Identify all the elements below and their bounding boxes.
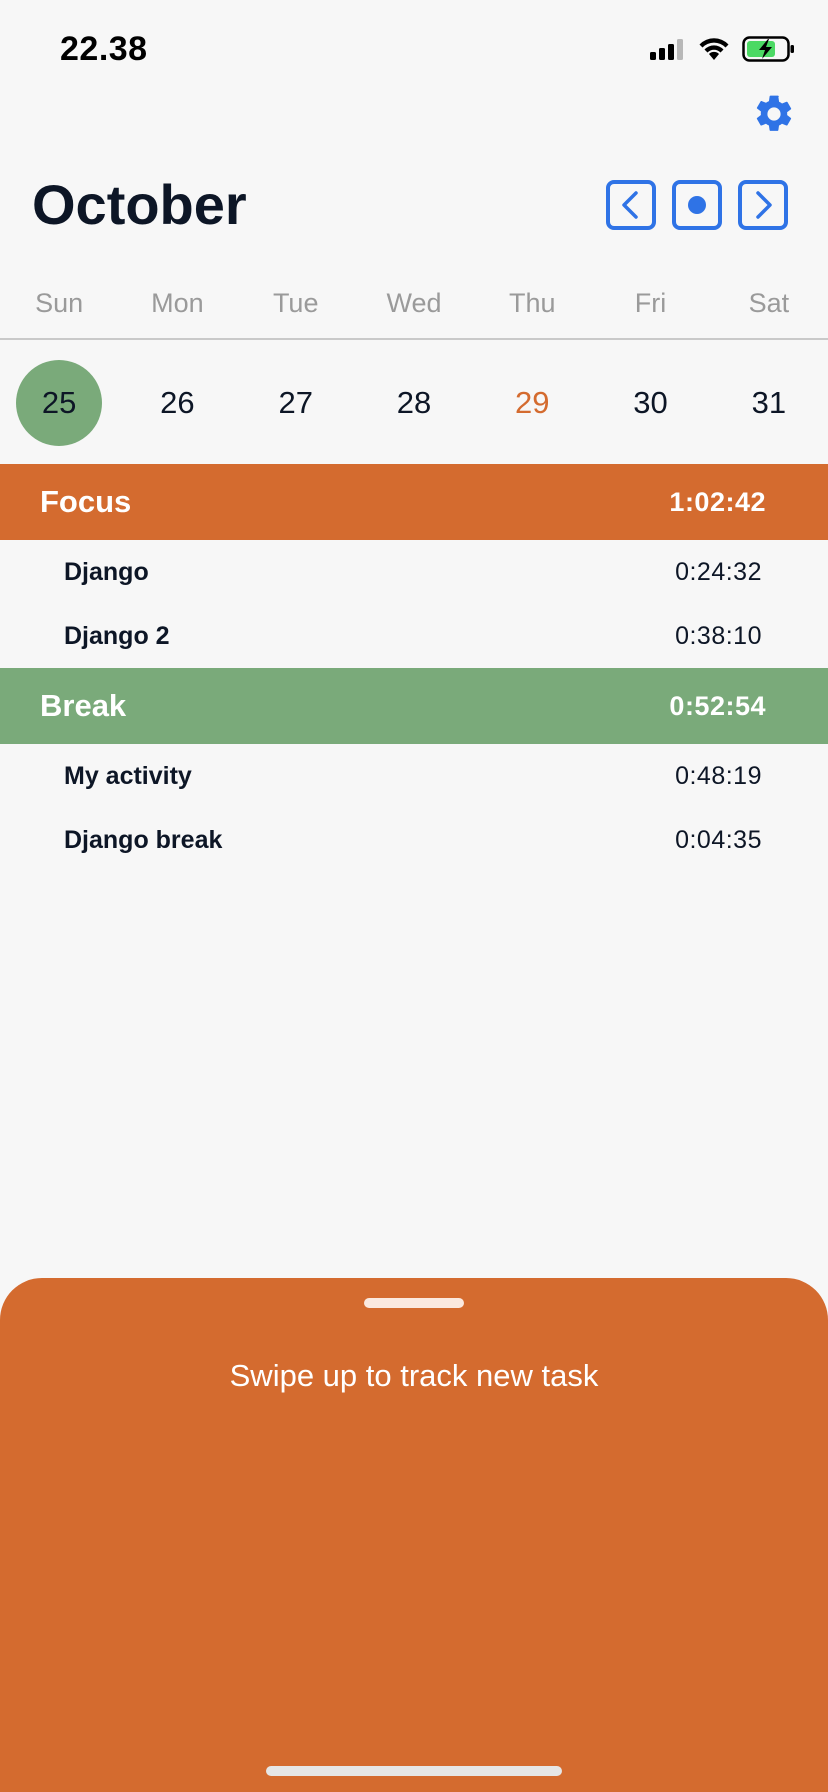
day-cell[interactable]: 31 xyxy=(710,360,828,446)
group-name: Focus xyxy=(40,484,132,519)
weekday-label: Fri xyxy=(634,288,667,318)
list-item[interactable]: My activity 0:48:19 xyxy=(0,744,828,808)
day-number: 30 xyxy=(633,385,668,420)
signal-icon xyxy=(650,39,683,60)
weekday-label: Sun xyxy=(35,288,84,318)
sheet-grabber-handle[interactable] xyxy=(364,1298,464,1308)
battery-charging-icon xyxy=(742,36,794,62)
month-title: October xyxy=(32,173,247,236)
item-name: Django xyxy=(64,557,149,586)
item-time: 0:24:32 xyxy=(675,557,762,586)
day-cell-selected[interactable]: 25 xyxy=(0,360,118,446)
chevron-left-icon xyxy=(622,191,638,219)
item-time: 0:38:10 xyxy=(675,621,762,650)
status-icons xyxy=(650,36,796,62)
status-time: 22.38 xyxy=(60,30,148,68)
weekday-label: Thu xyxy=(509,288,556,318)
group-name: Break xyxy=(40,688,127,723)
weekday-label: Tue xyxy=(272,288,319,318)
item-name: Django 2 xyxy=(64,621,170,650)
group-total-time: 1:02:42 xyxy=(669,486,766,517)
day-number: 27 xyxy=(278,385,313,420)
day-cell[interactable]: 30 xyxy=(591,360,709,446)
weekday-label: Mon xyxy=(151,288,204,318)
day-cell[interactable]: 27 xyxy=(237,360,355,446)
gear-icon xyxy=(756,95,792,131)
previous-week-button[interactable] xyxy=(606,180,656,230)
home-indicator[interactable] xyxy=(266,1766,562,1776)
chevron-right-icon xyxy=(756,191,772,219)
wifi-icon xyxy=(699,38,729,60)
item-time: 0:04:35 xyxy=(675,825,762,854)
group-header-break[interactable]: Break 0:52:54 xyxy=(0,668,828,744)
app-screen: 22.38 October Sun Mon Tue Wed Thu Fri Sa… xyxy=(0,0,828,1792)
status-bar: 22.38 xyxy=(0,0,828,100)
list-item[interactable]: Django break 0:04:35 xyxy=(0,808,828,872)
item-time: 0:48:19 xyxy=(675,761,762,790)
group-total-time: 0:52:54 xyxy=(669,690,766,721)
day-number: 26 xyxy=(160,385,195,420)
next-week-button[interactable] xyxy=(738,180,788,230)
selected-day-circle: 25 xyxy=(16,360,103,446)
today-day-number: 29 xyxy=(515,385,550,420)
today-button[interactable] xyxy=(672,180,722,230)
day-cell-today[interactable]: 29 xyxy=(473,360,591,446)
day-cell[interactable]: 26 xyxy=(118,360,236,446)
group-header-focus[interactable]: Focus 1:02:42 xyxy=(0,464,828,540)
new-task-sheet[interactable]: Swipe up to track new task xyxy=(0,1278,828,1792)
week-days-row: 25 26 27 28 29 30 31 xyxy=(0,360,828,446)
activity-list: Focus 1:02:42 Django 0:24:32 Django 2 0:… xyxy=(0,464,828,872)
list-item[interactable]: Django 0:24:32 xyxy=(0,540,828,604)
day-number: 31 xyxy=(751,385,787,420)
weekday-label: Sat xyxy=(748,288,790,318)
day-cell[interactable]: 28 xyxy=(355,360,473,446)
list-item[interactable]: Django 2 0:38:10 xyxy=(0,604,828,668)
sheet-hint-text: Swipe up to track new task xyxy=(229,1358,599,1393)
day-number: 28 xyxy=(396,385,432,420)
dot-icon xyxy=(688,196,706,214)
item-name: My activity xyxy=(64,761,192,790)
weekday-header: Sun Mon Tue Wed Thu Fri Sat xyxy=(0,288,828,340)
weekday-label: Wed xyxy=(386,288,442,318)
settings-button[interactable] xyxy=(752,92,796,136)
item-name: Django break xyxy=(64,825,223,854)
